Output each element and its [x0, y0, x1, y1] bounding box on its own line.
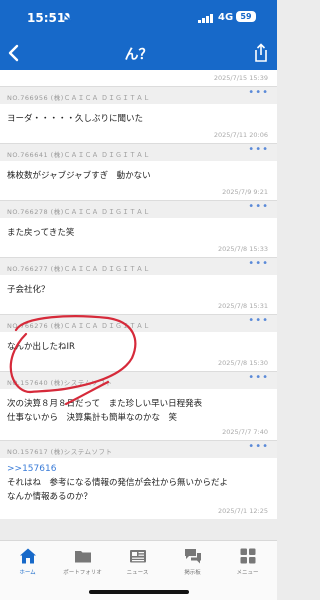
- post-number: NO.766956 (株)ＣＡＩＣＡ ＤＩＧＩＴＡＬ: [7, 94, 151, 102]
- newspaper-icon: [129, 550, 146, 563]
- post-item[interactable]: NO.766276 (株)ＣＡＩＣＡ ＤＩＧＩＴＡＬ ••• なんか出したねIR…: [0, 314, 277, 371]
- post-header: NO.766956 (株)ＣＡＩＣＡ ＤＩＧＩＴＡＬ •••: [0, 86, 277, 104]
- post-header: NO.157640 (株)システムソフト •••: [0, 371, 277, 389]
- tab-portfolio[interactable]: ポートフォリオ: [55, 541, 110, 585]
- tab-label: ポートフォリオ: [63, 570, 102, 576]
- tab-home[interactable]: ホーム: [0, 541, 55, 585]
- page-title: ん？: [124, 47, 153, 63]
- post-date: 2025/7/8 15:30: [218, 359, 268, 367]
- share-icon[interactable]: [251, 43, 267, 63]
- tab-board[interactable]: 掲示板: [165, 541, 220, 585]
- post-header: NO.766641 (株)ＣＡＩＣＡ ＤＩＧＩＴＡＬ •••: [0, 143, 277, 161]
- more-options-icon[interactable]: •••: [248, 87, 269, 98]
- more-options-icon[interactable]: •••: [248, 441, 269, 452]
- post-date: 2025/7/1 12:25: [218, 507, 268, 515]
- more-options-icon[interactable]: •••: [248, 315, 269, 326]
- more-options-icon[interactable]: •••: [248, 144, 269, 155]
- post-date: 2025/7/15 15:39: [0, 70, 277, 86]
- folder-icon: [74, 551, 91, 563]
- status-bar: 15:51 4G 59: [0, 0, 277, 36]
- post-item[interactable]: NO.766641 (株)ＣＡＩＣＡ ＤＩＧＩＴＡＬ ••• 株枚数がジャブジャ…: [0, 143, 277, 200]
- post-number: NO.766278 (株)ＣＡＩＣＡ ＤＩＧＩＴＡＬ: [7, 208, 151, 216]
- tab-news[interactable]: ニュース: [110, 541, 165, 585]
- post-body: それはね 参考になる情報の発信が会社から無いからだよ なんか情報あるのか？: [7, 478, 229, 502]
- post-body: 次の決算８月８日だって また珍しい早い日程発表 仕事ないから 決算集計も簡単なの…: [7, 399, 203, 423]
- post-number: NO.766276 (株)ＣＡＩＣＡ ＤＩＧＩＴＡＬ: [7, 322, 151, 330]
- post-body: また戻ってきた笑: [7, 228, 75, 238]
- chat-icon: [184, 549, 201, 564]
- tab-label: メニュー: [236, 570, 259, 576]
- post-header: NO.766276 (株)ＣＡＩＣＡ ＤＩＧＩＴＡＬ •••: [0, 314, 277, 332]
- post-body: なんか出したねIR: [7, 342, 75, 352]
- tab-label: ホーム: [19, 570, 36, 576]
- post-item[interactable]: NO.766277 (株)ＣＡＩＣＡ ＤＩＧＩＴＡＬ ••• 子会社化？ 202…: [0, 257, 277, 314]
- post-body: ヨーダ・・・・・久しぶりに聞いた: [7, 114, 144, 124]
- reply-link[interactable]: >>157616: [0, 458, 277, 474]
- post-number: NO.766641 (株)ＣＡＩＣＡ ＤＩＧＩＴＡＬ: [7, 151, 151, 159]
- bell-mute-icon: [62, 12, 72, 22]
- home-icon: [19, 548, 36, 564]
- network-type: 4G: [218, 12, 234, 23]
- tab-label: ニュース: [126, 570, 149, 576]
- nav-bar: ん？: [0, 36, 277, 70]
- tab-menu[interactable]: メニュー: [220, 541, 275, 585]
- post-date: 2025/7/8 15:33: [218, 245, 268, 253]
- post-item[interactable]: NO.157640 (株)システムソフト ••• 次の決算８月８日だって また珍…: [0, 371, 277, 440]
- post-date: 2025/7/8 15:31: [218, 302, 268, 310]
- post-item[interactable]: NO.766956 (株)ＣＡＩＣＡ ＤＩＧＩＴＡＬ ••• ヨーダ・・・・・久…: [0, 86, 277, 143]
- post-body: 株枚数がジャブジャブすぎ 動かない: [7, 171, 151, 181]
- status-time: 15:51: [27, 11, 66, 25]
- post-date: 2025/7/7 7:40: [222, 428, 268, 436]
- tab-label: 掲示板: [184, 570, 201, 576]
- post-item[interactable]: NO.157617 (株)システムソフト ••• >>157616 それはね 参…: [0, 440, 277, 519]
- post-header: NO.766277 (株)ＣＡＩＣＡ ＤＩＧＩＴＡＬ •••: [0, 257, 277, 275]
- post-body: 子会社化？: [7, 285, 50, 295]
- post-date: 2025/7/9 9:21: [222, 188, 268, 196]
- more-options-icon[interactable]: •••: [248, 201, 269, 212]
- more-options-icon[interactable]: •••: [248, 372, 269, 383]
- signal-icon: [198, 14, 213, 23]
- post-number: NO.766277 (株)ＣＡＩＣＡ ＤＩＧＩＴＡＬ: [7, 265, 151, 273]
- grid-icon: [240, 548, 255, 564]
- post-header: NO.766278 (株)ＣＡＩＣＡ ＤＩＧＩＴＡＬ •••: [0, 200, 277, 218]
- post-date: 2025/7/11 20:06: [213, 131, 268, 139]
- post-feed[interactable]: 2025/7/15 15:39 NO.766956 (株)ＣＡＩＣＡ ＤＩＧＩＴ…: [0, 70, 277, 540]
- post-number: NO.157617 (株)システムソフト: [7, 448, 113, 456]
- post-item[interactable]: NO.766278 (株)ＣＡＩＣＡ ＤＩＧＩＴＡＬ ••• また戻ってきた笑 …: [0, 200, 277, 257]
- post-header: NO.157617 (株)システムソフト •••: [0, 440, 277, 458]
- more-options-icon[interactable]: •••: [248, 258, 269, 269]
- battery-icon: 59: [236, 11, 256, 22]
- home-indicator: [89, 590, 189, 594]
- post-number: NO.157640 (株)システムソフト: [7, 379, 113, 387]
